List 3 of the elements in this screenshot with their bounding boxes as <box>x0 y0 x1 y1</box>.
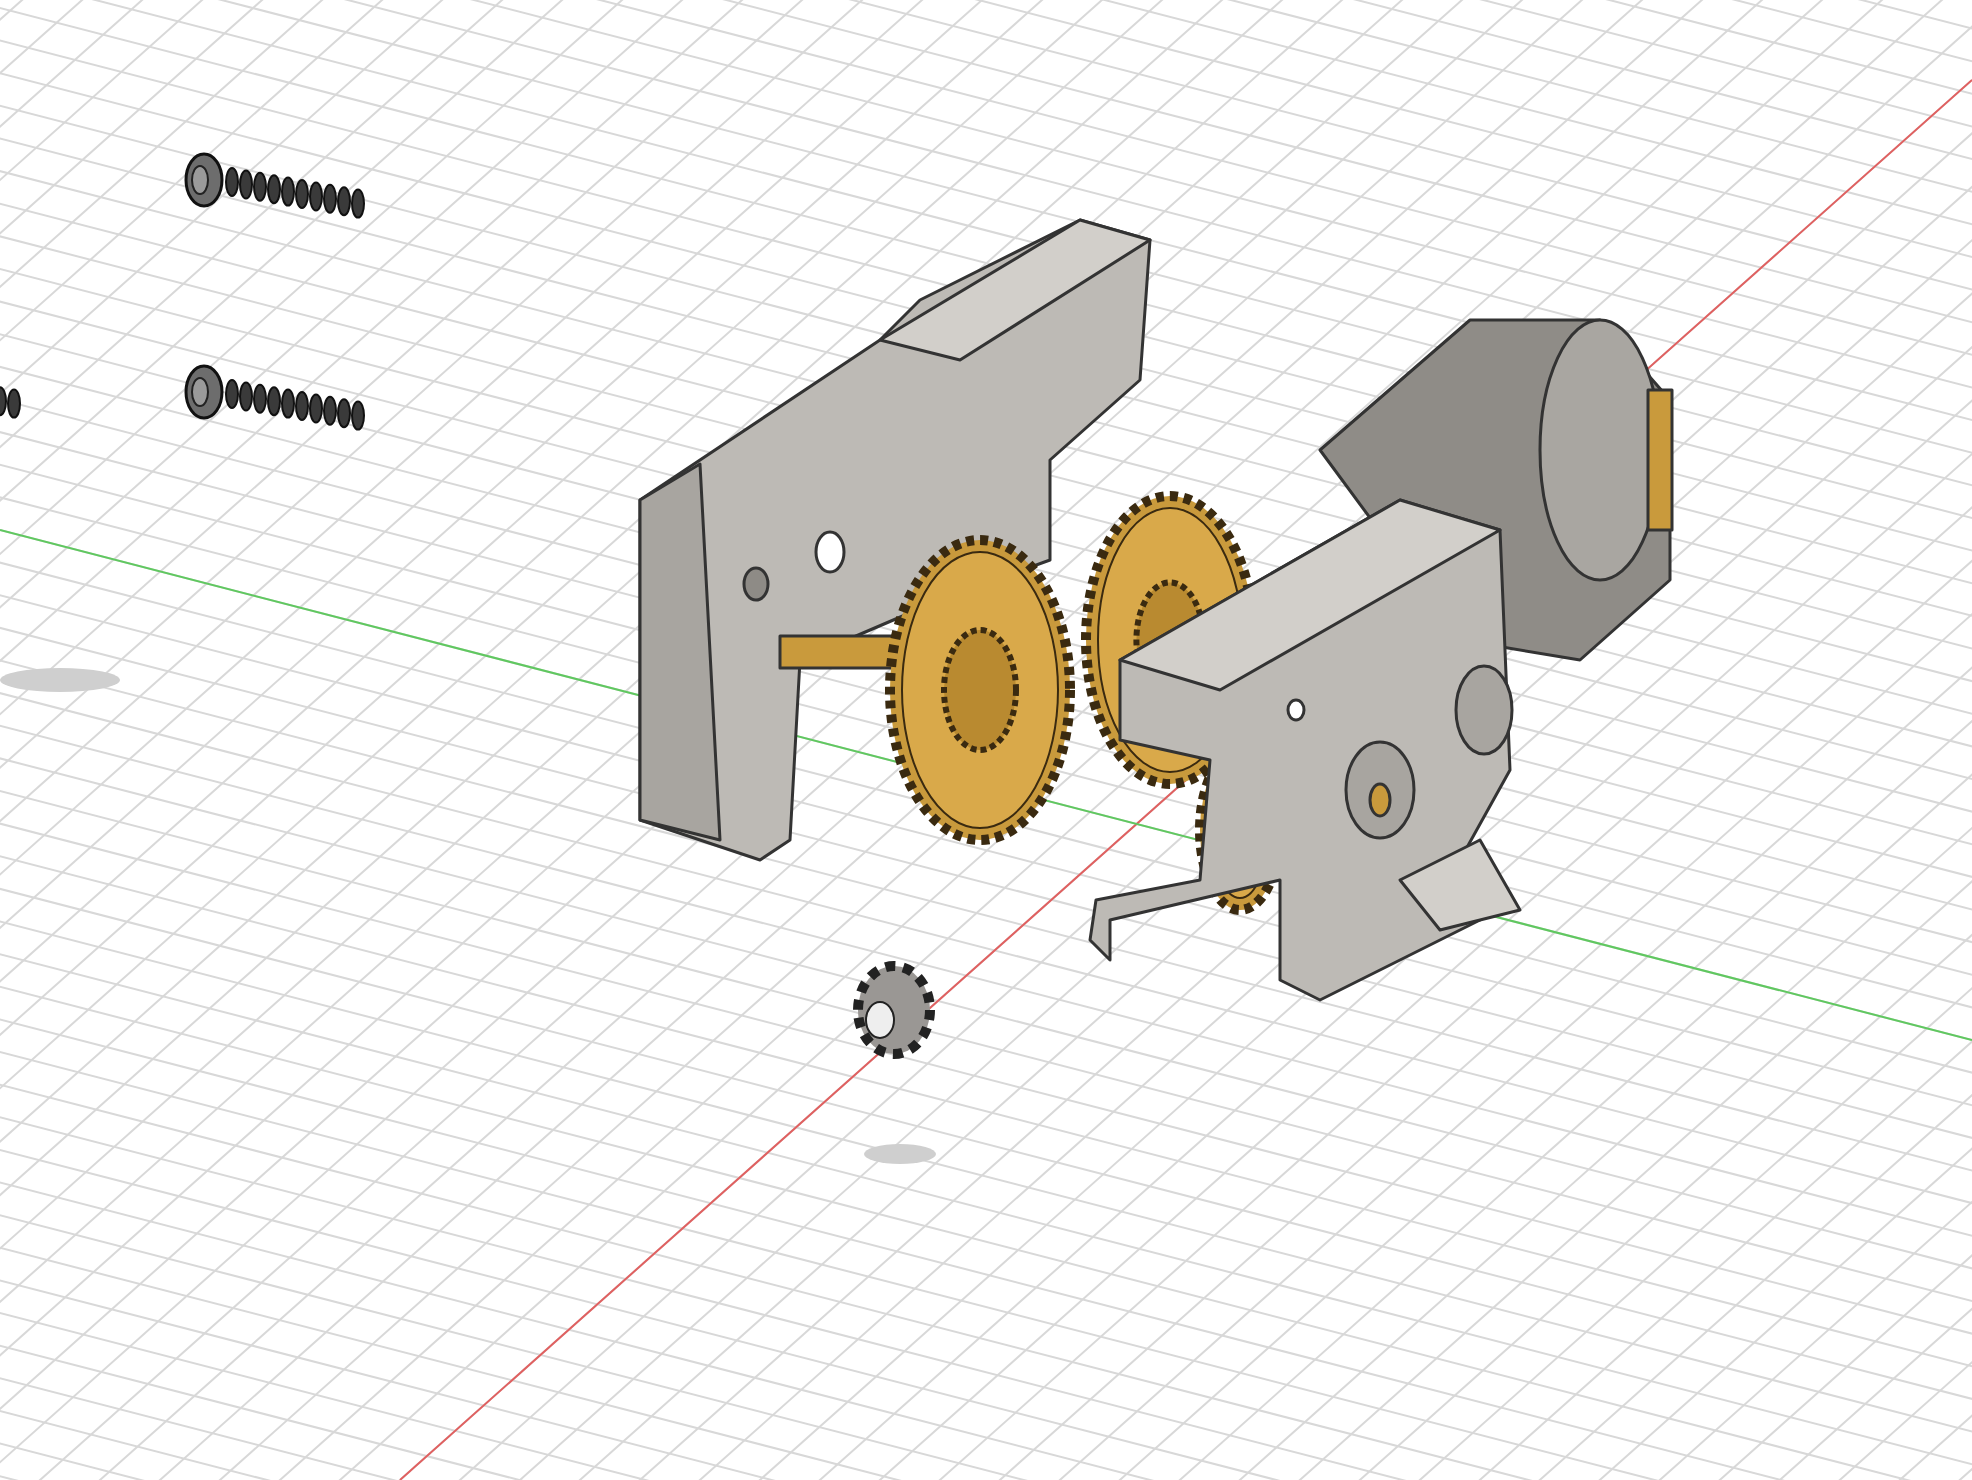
pinion-gear-drawing <box>853 961 935 1059</box>
shadow <box>864 1144 936 1164</box>
screw-drawing <box>0 386 21 419</box>
